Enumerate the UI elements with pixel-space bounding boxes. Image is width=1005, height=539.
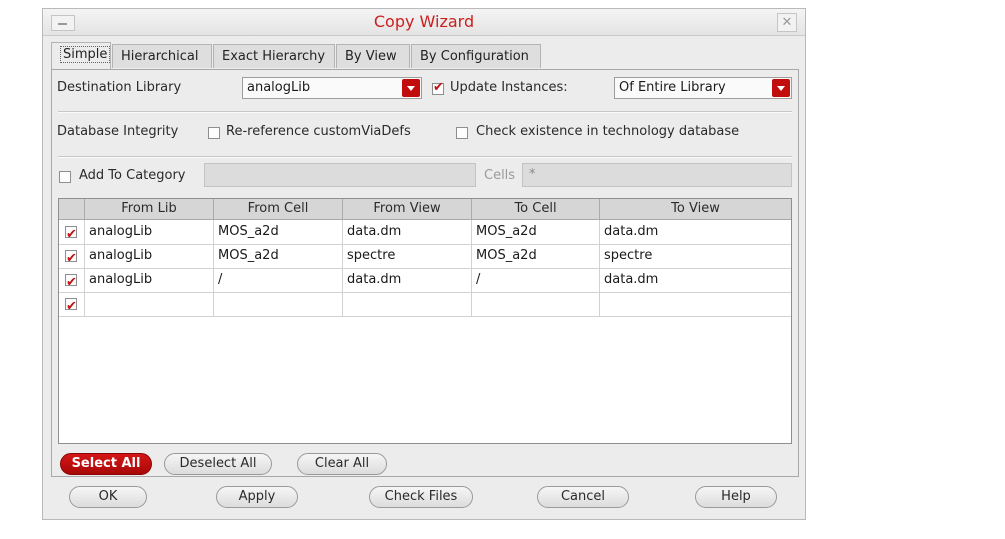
cell-to-view[interactable]: data.dm [600,268,791,292]
add-to-category-checkbox[interactable] [59,171,71,183]
cell-from-lib[interactable]: analogLib [85,244,214,268]
clear-all-button[interactable]: Clear All [297,453,387,475]
table-row[interactable]: analogLib MOS_a2d spectre MOS_a2d spectr… [59,244,791,271]
cell-from-cell[interactable]: MOS_a2d [214,244,343,268]
cell-from-view[interactable]: data.dm [343,220,472,244]
row-checkbox[interactable] [65,295,77,319]
cell-from-lib[interactable] [85,292,214,316]
row-checkbox[interactable] [65,223,77,247]
simple-panel: Destination Library analogLib Update Ins… [51,69,799,477]
cell-to-cell[interactable]: MOS_a2d [472,220,600,244]
cell-from-cell[interactable]: MOS_a2d [214,220,343,244]
separator [58,111,792,113]
cells-field: * [522,163,792,187]
cell-to-cell[interactable] [472,292,600,316]
rereference-checkbox[interactable] [208,127,220,139]
tab-by-configuration[interactable]: By Configuration [411,44,541,68]
tab-hierarchical[interactable]: Hierarchical [112,44,212,68]
cell-from-lib[interactable]: analogLib [85,220,214,244]
table-row[interactable]: analogLib / data.dm / data.dm [59,268,791,295]
cell-to-view[interactable] [600,292,791,316]
table-row[interactable] [59,292,791,319]
header-from-view[interactable]: From View [343,199,472,219]
cell-from-view[interactable]: data.dm [343,268,472,292]
table-row[interactable]: analogLib MOS_a2d data.dm MOS_a2d data.d… [59,220,791,247]
category-field [204,163,476,187]
separator [58,156,792,158]
cells-label: Cells [484,168,516,183]
ok-button[interactable]: OK [69,486,147,508]
cell-to-view[interactable]: data.dm [600,220,791,244]
row-checkbox[interactable] [65,271,77,295]
tab-exact-hierarchy[interactable]: Exact Hierarchy [213,44,335,68]
check-files-button[interactable]: Check Files [369,486,473,508]
cells-value: * [529,167,536,182]
apply-button[interactable]: Apply [216,486,298,508]
cell-to-view[interactable]: spectre [600,244,791,268]
check-existence-label: Check existence in technology database [476,124,740,139]
destination-library-value: analogLib [247,80,311,95]
check-existence-checkbox[interactable] [456,127,468,139]
header-to-view[interactable]: To View [600,199,791,219]
window-title: Copy Wizard [373,12,475,31]
cell-to-cell[interactable]: MOS_a2d [472,244,600,268]
destination-library-combo[interactable]: analogLib [242,77,422,99]
tab-by-view[interactable]: By View [336,44,410,68]
row-checkbox[interactable] [65,247,77,271]
cell-to-cell[interactable]: / [472,268,600,292]
copy-wizard-window: Copy Wizard ✕ Simple Hierarchical Exact … [42,8,806,520]
cell-from-view[interactable] [343,292,472,316]
tab-simple[interactable]: Simple [51,42,111,70]
rereference-label: Re-reference customViaDefs [226,124,411,139]
cell-from-cell[interactable] [214,292,343,316]
cell-from-cell[interactable]: / [214,268,343,292]
cell-from-view[interactable]: spectre [343,244,472,268]
copy-table[interactable]: From Lib From Cell From View To Cell To … [58,198,792,444]
cancel-button[interactable]: Cancel [537,486,629,508]
select-all-button[interactable]: Select All [60,453,152,475]
table-header: From Lib From Cell From View To Cell To … [59,199,791,220]
update-instances-label: Update Instances: [450,80,568,95]
add-to-category-label: Add To Category [79,168,186,183]
title-bar[interactable]: Copy Wizard ✕ [43,9,805,36]
close-icon[interactable]: ✕ [777,13,797,32]
header-to-cell[interactable]: To Cell [472,199,600,219]
update-instances-checkbox[interactable] [432,80,444,95]
update-scope-combo[interactable]: Of Entire Library [614,77,792,99]
header-from-cell[interactable]: From Cell [214,199,343,219]
help-button[interactable]: Help [695,486,777,508]
chevron-down-icon[interactable] [772,79,790,97]
deselect-all-button[interactable]: Deselect All [164,453,272,475]
database-integrity-label: Database Integrity [57,124,179,139]
chevron-down-icon[interactable] [402,79,420,97]
cell-from-lib[interactable]: analogLib [85,268,214,292]
header-from-lib[interactable]: From Lib [85,199,214,219]
update-scope-value: Of Entire Library [619,80,726,95]
destination-library-label: Destination Library [57,80,182,95]
header-check-column [59,199,85,219]
